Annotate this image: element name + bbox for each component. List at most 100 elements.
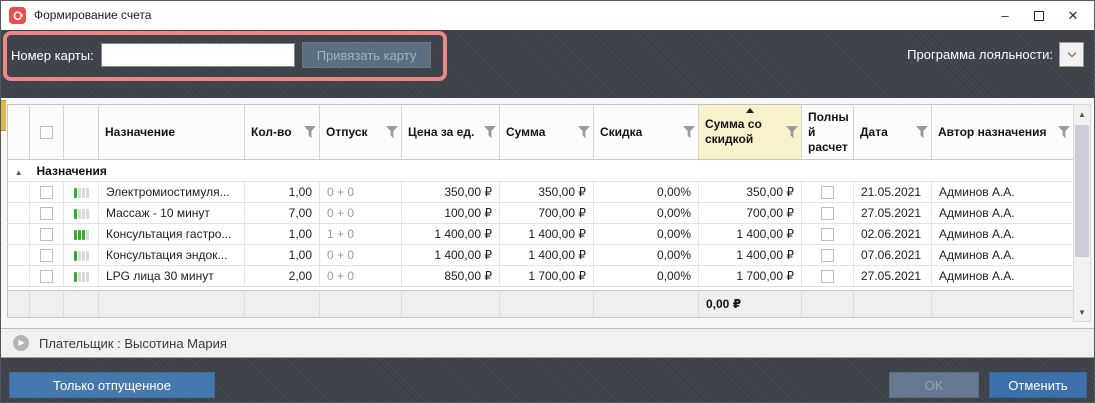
group-collapse-cell[interactable]: ▲ <box>8 160 30 182</box>
row-select-cell[interactable] <box>30 224 64 245</box>
titlebar: C Формирование счета – ✕ <box>1 1 1094 30</box>
cell-full-payment[interactable] <box>802 266 854 287</box>
cell-full-payment[interactable] <box>802 182 854 203</box>
cell-qty[interactable]: 1,00 <box>245 224 320 245</box>
column-header-amount[interactable]: Сумма <box>500 105 594 160</box>
cell-full-payment[interactable] <box>802 203 854 224</box>
filter-icon[interactable] <box>683 126 695 138</box>
table-row[interactable]: Консультация эндок... 1,00 0 + 0 1 400,0… <box>8 245 1074 266</box>
bind-card-button[interactable]: Привязать карту <box>302 42 432 68</box>
full-payment-checkbox[interactable] <box>821 270 834 283</box>
column-header-discount[interactable]: Скидка <box>594 105 699 160</box>
ok-button[interactable]: OK <box>889 372 979 398</box>
row-checkbox[interactable] <box>40 249 53 262</box>
cell-full-payment[interactable] <box>802 224 854 245</box>
row-status-cell <box>64 245 99 266</box>
column-header-date[interactable]: Дата <box>854 105 932 160</box>
column-header-name[interactable]: Назначение <box>99 105 245 160</box>
row-select-cell[interactable] <box>30 203 64 224</box>
header-select-all[interactable] <box>30 105 64 160</box>
cell-date: 27.05.2021 <box>854 203 932 224</box>
filter-icon[interactable] <box>386 126 398 138</box>
cell-unit-price: 850,00 ₽ <box>402 266 500 287</box>
select-all-checkbox[interactable] <box>40 126 53 139</box>
scroll-down-icon[interactable]: ▼ <box>1074 304 1090 320</box>
filter-icon[interactable] <box>786 126 798 138</box>
full-payment-checkbox[interactable] <box>821 207 834 220</box>
maximize-button[interactable] <box>1022 1 1056 30</box>
loyalty-program-group: Программа лояльности: <box>907 42 1084 67</box>
table-row[interactable]: Массаж - 10 минут 7,00 0 + 0 100,00 ₽ 70… <box>8 203 1074 224</box>
payer-bar[interactable]: ▶ Плательщик : Высотина Мария <box>1 328 1094 358</box>
full-payment-checkbox[interactable] <box>821 249 834 262</box>
full-payment-checkbox[interactable] <box>821 186 834 199</box>
cell-qty[interactable]: 2,00 <box>245 266 320 287</box>
minimize-button[interactable]: – <box>988 1 1022 30</box>
row-select-cell[interactable] <box>30 266 64 287</box>
cell-date: 07.06.2021 <box>854 245 932 266</box>
close-button[interactable]: ✕ <box>1056 1 1090 30</box>
cell-date: 21.05.2021 <box>854 182 932 203</box>
row-status-cell <box>64 203 99 224</box>
row-checkbox[interactable] <box>40 186 53 199</box>
cancel-button[interactable]: Отменить <box>989 372 1087 398</box>
cell-name[interactable]: Массаж - 10 минут <box>99 203 245 224</box>
scrollbar-thumb[interactable] <box>1075 125 1089 257</box>
header-row: Назначение Кол-во Отпуск Цена за ед. Сум… <box>8 105 1074 160</box>
cell-amount: 1 400,00 ₽ <box>500 224 594 245</box>
header-expand <box>8 105 30 160</box>
cell-name[interactable]: Консультация эндок... <box>99 245 245 266</box>
cell-dispensed: 0 + 0 <box>320 266 402 287</box>
column-header-qty[interactable]: Кол-во <box>245 105 320 160</box>
card-number-input[interactable] <box>101 43 295 67</box>
row-select-cell[interactable] <box>30 245 64 266</box>
circle-play-icon[interactable]: ▶ <box>13 335 29 351</box>
scroll-up-icon[interactable]: ▲ <box>1074 106 1090 122</box>
cell-name[interactable]: Консультация гастро... <box>99 224 245 245</box>
column-header-full-payment[interactable]: Полный расчет <box>802 105 854 160</box>
cell-amount-discounted: 1 400,00 ₽ <box>699 245 802 266</box>
cell-name[interactable]: Электромиостимуля... <box>99 182 245 203</box>
cell-qty[interactable]: 1,00 <box>245 182 320 203</box>
cell-amount-discounted: 1 400,00 ₽ <box>699 224 802 245</box>
cell-author: Админов А.А. <box>932 266 1074 287</box>
cell-discount[interactable]: 0,00% <box>594 224 699 245</box>
loyalty-program-label: Программа лояльности: <box>907 47 1053 62</box>
cell-discount[interactable]: 0,00% <box>594 203 699 224</box>
only-dispensed-button[interactable]: Только отпущенное <box>9 372 215 398</box>
summary-total: 0,00 ₽ <box>699 291 802 318</box>
vertical-scrollbar[interactable]: ▲ ▼ <box>1073 104 1091 322</box>
column-header-amount-discounted[interactable]: Сумма со скидкой <box>699 105 802 160</box>
cell-discount[interactable]: 0,00% <box>594 266 699 287</box>
row-checkbox[interactable] <box>40 270 53 283</box>
column-header-unit-price[interactable]: Цена за ед. <box>402 105 500 160</box>
cell-qty[interactable]: 7,00 <box>245 203 320 224</box>
cell-full-payment[interactable] <box>802 245 854 266</box>
row-select-cell[interactable] <box>30 182 64 203</box>
group-label: Назначения <box>30 160 1074 182</box>
cell-qty[interactable]: 1,00 <box>245 245 320 266</box>
column-header-author[interactable]: Автор назначения <box>932 105 1074 160</box>
table-row[interactable]: Электромиостимуля... 1,00 0 + 0 350,00 ₽… <box>8 182 1074 203</box>
filter-icon[interactable] <box>304 126 316 138</box>
table-row[interactable]: Консультация гастро... 1,00 1 + 0 1 400,… <box>8 224 1074 245</box>
full-payment-checkbox[interactable] <box>821 228 834 241</box>
cell-unit-price: 1 400,00 ₽ <box>402 224 500 245</box>
table-row[interactable]: LPG лица 30 минут 2,00 0 + 0 850,00 ₽ 1 … <box>8 266 1074 287</box>
cell-author: Админов А.А. <box>932 182 1074 203</box>
filter-icon[interactable] <box>916 126 928 138</box>
loyalty-program-dropdown[interactable] <box>1059 42 1084 67</box>
filter-icon[interactable] <box>578 126 590 138</box>
row-checkbox[interactable] <box>40 228 53 241</box>
chevron-down-icon <box>1067 49 1075 57</box>
filter-icon[interactable] <box>1058 126 1070 138</box>
maximize-icon <box>1034 11 1044 21</box>
cell-discount[interactable]: 0,00% <box>594 245 699 266</box>
cell-name[interactable]: LPG лица 30 минут <box>99 266 245 287</box>
cell-discount[interactable]: 0,00% <box>594 182 699 203</box>
row-checkbox[interactable] <box>40 207 53 220</box>
column-header-dispensed[interactable]: Отпуск <box>320 105 402 160</box>
filter-icon[interactable] <box>484 126 496 138</box>
minimize-icon: – <box>1001 8 1008 23</box>
group-row[interactable]: ▲ Назначения <box>8 160 1074 182</box>
